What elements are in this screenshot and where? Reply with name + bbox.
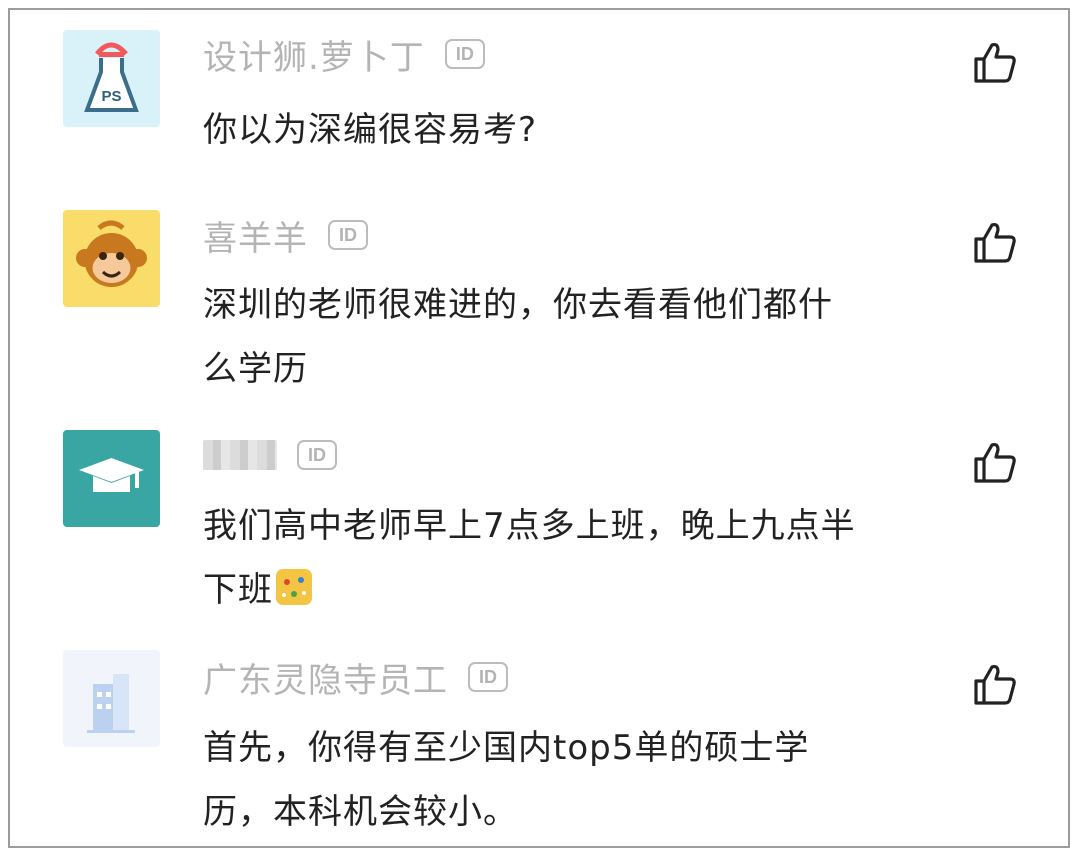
comment-text-fragment: 下班 [203,570,273,610]
building-avatar-icon[interactable] [63,650,160,747]
comment-text-line: 我们高中老师早上7点多上班，晚上九点半 [203,506,856,546]
id-badge: ID [468,662,508,692]
comment-username[interactable]: 广东灵隐寺员工 [203,653,448,702]
comment-text: 深圳的老师很难进的，你去看看他们都什 么学历 [203,273,963,401]
avatar-ps-text: PS [101,88,121,105]
comment-text-line: 历，本科机会较小。 [203,792,518,832]
thumbs-up-icon[interactable] [972,440,1018,486]
monkey-avatar-icon[interactable] [63,210,160,307]
comment-text-line: 下班 [203,558,963,622]
ps-designer-avatar-icon[interactable]: PS [63,30,160,127]
comment-text: 我们高中老师早上7点多上班，晚上九点半 下班 [203,494,963,622]
id-badge: ID [444,39,485,69]
thumbs-up-icon[interactable] [972,40,1018,86]
comment-text-line: 首先，你得有至少国内top5单的硕士学 [203,728,810,768]
thumbs-up-icon[interactable] [972,220,1018,266]
comment-username[interactable]: 设计狮.萝卜丁 [203,30,425,79]
graduation-cap-avatar-icon[interactable] [63,430,160,527]
blurred-username[interactable] [203,440,277,470]
id-badge: ID [297,440,337,470]
thumbs-up-icon[interactable] [972,662,1018,708]
comment-list: PS 设计狮.萝卜丁 ID 你以为深编很容易考? 喜羊羊 ID 深圳的老师很难进… [8,8,1070,848]
comment-text: 首先，你得有至少国内top5单的硕士学 历，本科机会较小。 [203,716,963,844]
comment-text-line: 你以为深编很容易考? [203,110,538,150]
comment-text: 你以为深编很容易考? [203,98,963,162]
comment-text-line: 么学历 [203,349,308,389]
id-badge: ID [328,220,368,250]
comment-username[interactable]: 喜羊羊 [203,211,308,260]
celebrate-emoji-icon [276,569,312,605]
comment-text-line: 深圳的老师很难进的，你去看看他们都什 [203,285,833,325]
